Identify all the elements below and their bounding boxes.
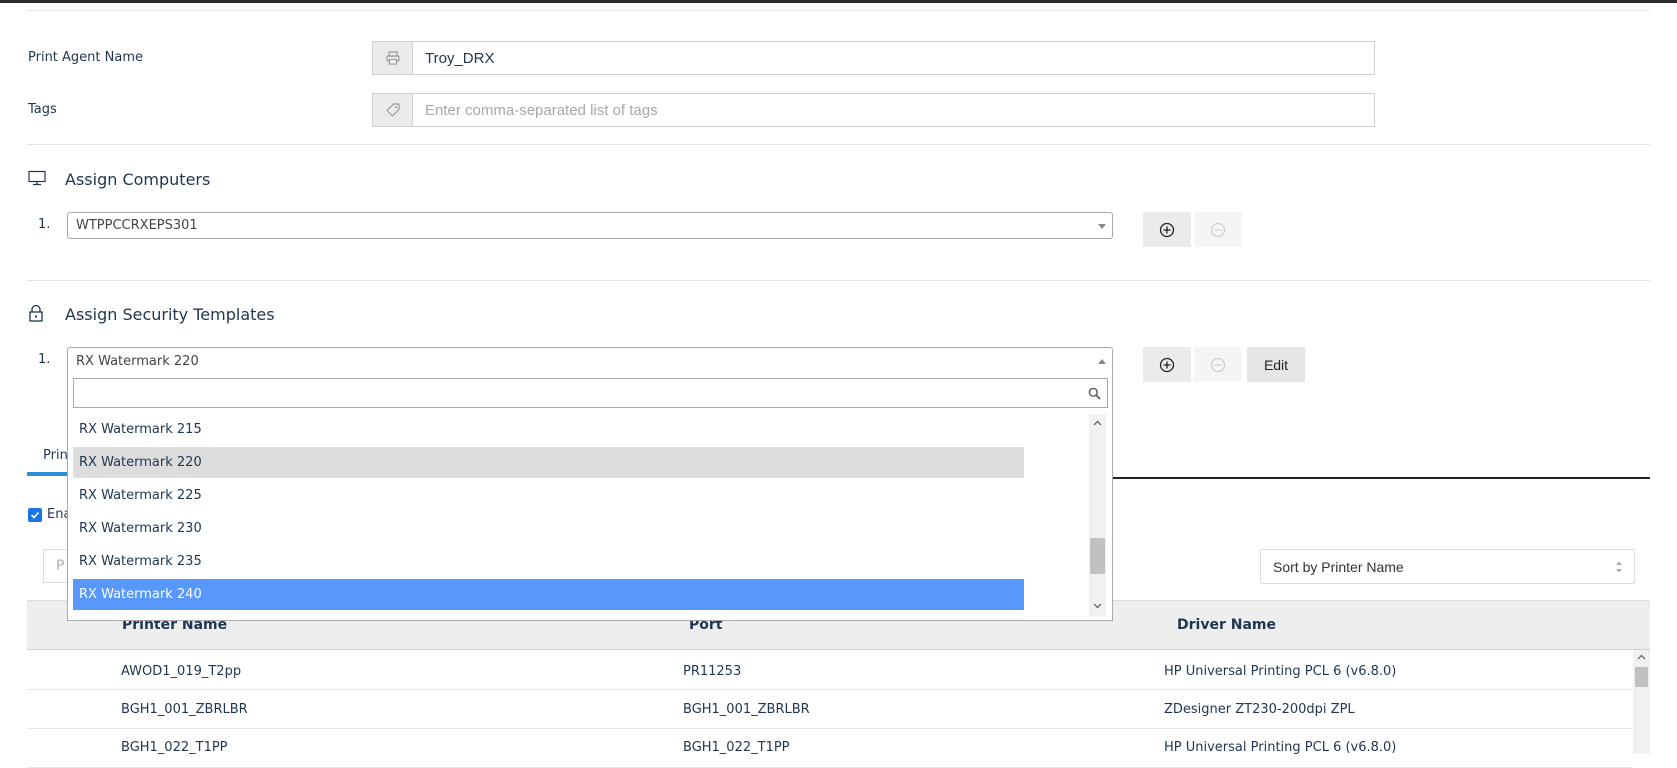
assign-computers-title: Assign Computers [65,170,211,189]
scroll-up-icon [1637,654,1646,660]
tags-label: Tags [28,102,57,117]
computer-item-number: 1. [38,217,51,232]
plus-circle-icon [1159,222,1175,237]
port-cell: BGH1_001_ZBRLBR [683,702,810,717]
tags-input[interactable] [413,94,1374,126]
printer-filter-input[interactable]: P [43,549,69,583]
tab-active-indicator [27,472,69,476]
dropdown-scrollbar[interactable] [1089,414,1106,616]
printer-name-cell: BGH1_022_T1PP [121,740,228,755]
table-scrollbar-thumb[interactable] [1635,667,1648,687]
top-bar [0,0,1677,3]
chevron-up-icon [1098,359,1106,364]
lock-icon [28,304,44,326]
security-template-select-value: RX Watermark 220 [76,353,199,369]
printer-icon [373,42,413,74]
dropdown-scrollbar-thumb[interactable] [1090,538,1105,574]
dropdown-options: RX Watermark 215 RX Watermark 220 RX Wat… [73,414,1108,616]
tag-icon [373,94,413,126]
remove-security-template-button[interactable] [1194,347,1242,382]
minus-circle-icon [1210,222,1226,237]
table-scrollbar[interactable] [1633,650,1650,754]
print-agent-name-group [372,41,1375,75]
scroll-down-icon [1093,603,1102,609]
printer-name-cell: AWOD1_019_T2pp [121,664,242,679]
add-security-template-button[interactable] [1143,347,1191,382]
security-item-number: 1. [38,352,51,367]
enable-checkbox[interactable] [28,508,42,522]
security-template-dropdown: RX Watermark 215 RX Watermark 220 RX Wat… [67,374,1113,621]
add-computer-button[interactable] [1143,212,1191,247]
port-cell: BGH1_022_T1PP [683,740,790,755]
assign-security-templates-title: Assign Security Templates [65,305,275,324]
remove-computer-button[interactable] [1194,212,1242,247]
top-divider [27,10,1650,11]
scroll-up-icon [1093,420,1102,426]
dropdown-option[interactable]: RX Watermark 225 [73,480,1024,511]
divider [27,144,1650,145]
plus-circle-icon [1159,357,1175,372]
minus-circle-icon [1210,357,1226,372]
table-row[interactable]: BGH1_022_T1PP BGH1_022_T1PP HP Universal… [27,728,1632,768]
driver-name-cell: ZDesigner ZT230-200dpi ZPL [1164,702,1355,717]
sort-arrows-icon [1616,561,1622,573]
tab-baseline [1110,477,1650,479]
dropdown-option[interactable]: RX Watermark 215 [73,414,1024,445]
chevron-down-icon [1098,223,1106,229]
print-agent-name-input[interactable] [413,42,1374,74]
dropdown-option[interactable]: RX Watermark 230 [73,513,1024,544]
dropdown-search[interactable] [73,378,1108,408]
printer-name-cell: BGH1_001_ZBRLBR [121,702,248,717]
table-row[interactable]: BGH1_001_ZBRLBR BGH1_001_ZBRLBR ZDesigne… [27,689,1632,729]
sort-select[interactable]: Sort by Printer Name [1260,549,1635,584]
search-icon [1088,387,1101,400]
computer-select[interactable]: WTPPCCRXEPS301 [67,212,1113,239]
driver-name-cell: HP Universal Printing PCL 6 (v6.8.0) [1164,740,1397,755]
tags-group [372,93,1375,127]
divider [27,280,1650,281]
tab-printers[interactable]: Prin [43,448,68,463]
column-header-driver-name[interactable]: Driver Name [1177,617,1276,633]
sort-select-value: Sort by Printer Name [1273,558,1404,575]
dropdown-search-input[interactable] [74,379,1086,407]
dropdown-option[interactable]: RX Watermark 235 [73,546,1024,577]
check-icon [30,511,40,519]
table-row[interactable]: AWOD1_019_T2pp PR11253 HP Universal Prin… [27,650,1632,690]
print-agent-name-label: Print Agent Name [28,50,144,65]
security-template-select[interactable]: RX Watermark 220 [67,347,1113,375]
monitor-icon [28,170,46,190]
driver-name-cell: HP Universal Printing PCL 6 (v6.8.0) [1164,664,1397,679]
dropdown-option-selected[interactable]: RX Watermark 220 [73,447,1024,478]
edit-security-template-button[interactable]: Edit [1247,347,1305,382]
computer-select-value: WTPPCCRXEPS301 [76,218,198,233]
dropdown-option-highlighted[interactable]: RX Watermark 240 [73,579,1024,610]
port-cell: PR11253 [683,664,742,679]
